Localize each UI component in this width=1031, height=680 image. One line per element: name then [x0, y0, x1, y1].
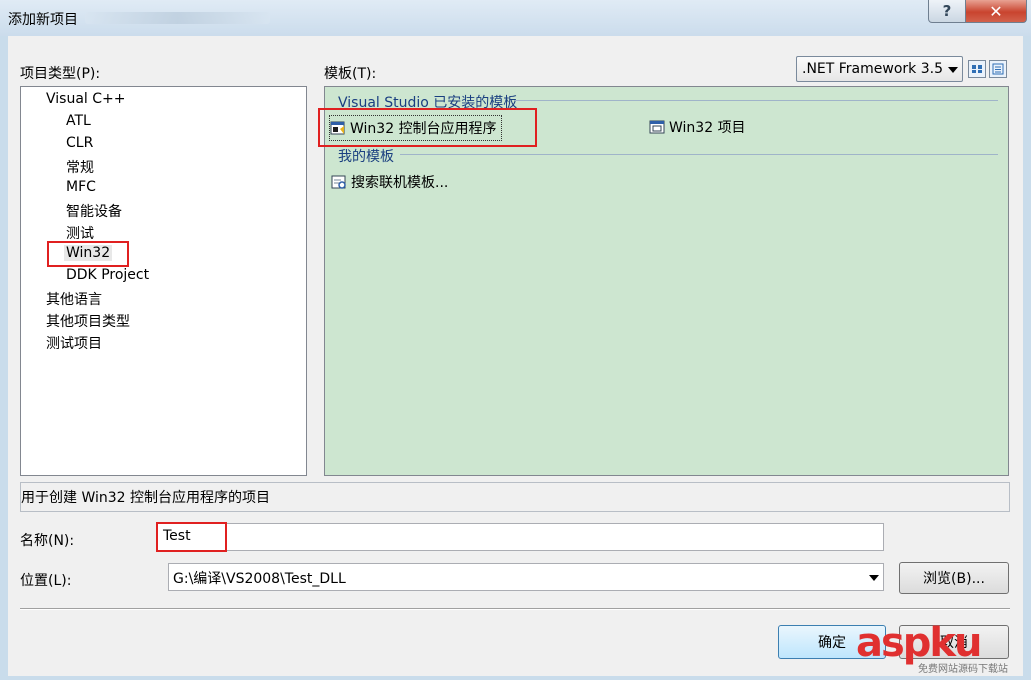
watermark-subtitle: 免费网站源码下载站 — [918, 664, 1008, 675]
console-app-icon — [330, 120, 346, 136]
installed-templates-header: Visual Studio 已安装的模板 — [338, 95, 518, 111]
tree-item-general[interactable]: 常规 — [66, 157, 94, 177]
chevron-down-icon[interactable] — [869, 575, 879, 581]
tree-item-win32[interactable]: Win32 — [64, 245, 113, 261]
template-label: Win32 项目 — [669, 120, 746, 136]
tree-item-other-project-types[interactable]: 其他项目类型 — [46, 311, 130, 331]
tree-item-atl[interactable]: ATL — [66, 113, 91, 129]
help-button[interactable]: ? — [928, 0, 966, 23]
browse-button[interactable]: 浏览(B)... — [899, 562, 1009, 594]
templates-label: 模板(T): — [324, 66, 377, 82]
tree-item-mfc[interactable]: MFC — [66, 179, 96, 195]
dialog-body: 项目类型(P): 模板(T): .NET Framework 3.5 Visua… — [8, 36, 1023, 676]
tree-item-ddk-project[interactable]: DDK Project — [66, 267, 149, 283]
close-button[interactable]: ✕ — [965, 0, 1027, 23]
project-types-label: 项目类型(P): — [20, 66, 101, 82]
templates-list[interactable]: Visual Studio 已安装的模板 Win32 控制台应用程序 Win32… — [324, 86, 1009, 476]
title-bar: 添加新项目 ? ✕ — [0, 0, 1031, 36]
tree-item-test[interactable]: 测试 — [66, 223, 94, 243]
blurred-title-path — [85, 12, 270, 24]
search-online-icon — [331, 174, 347, 190]
window-title: 添加新项目 — [8, 12, 78, 28]
my-templates-header: 我的模板 — [338, 149, 394, 165]
location-value: G:\编译\VS2008\Test_DLL — [173, 571, 346, 587]
win32-project-icon — [649, 119, 665, 135]
location-label: 位置(L): — [20, 573, 72, 589]
project-types-tree[interactable]: Visual C++ ATL CLR 常规 MFC 智能设备 测试 Win32 … — [20, 86, 307, 476]
template-label: 搜索联机模板... — [351, 175, 449, 191]
group-divider — [400, 154, 998, 155]
location-combobox[interactable]: G:\编译\VS2008\Test_DLL — [168, 563, 884, 591]
description-box: 用于创建 Win32 控制台应用程序的项目 — [20, 482, 1010, 512]
separator — [20, 608, 1010, 609]
template-win32-project[interactable]: Win32 项目 — [649, 115, 746, 139]
framework-dropdown[interactable]: .NET Framework 3.5 — [796, 56, 963, 82]
template-search-online[interactable]: 搜索联机模板... — [331, 170, 448, 194]
small-icons-view-icon[interactable] — [989, 60, 1007, 78]
large-icons-view-icon[interactable] — [968, 60, 986, 78]
framework-value: .NET Framework 3.5 — [802, 61, 942, 77]
template-label: Win32 控制台应用程序 — [350, 121, 497, 137]
tree-item-test-projects[interactable]: 测试项目 — [46, 333, 102, 353]
name-label: 名称(N): — [20, 533, 75, 549]
tree-item-clr[interactable]: CLR — [66, 135, 93, 151]
tree-item-other-languages[interactable]: 其他语言 — [46, 289, 102, 309]
template-description: 用于创建 Win32 控制台应用程序的项目 — [21, 490, 271, 506]
name-field[interactable]: Test — [156, 523, 884, 551]
template-win32-console-app[interactable]: Win32 控制台应用程序 — [329, 115, 502, 141]
tree-item-visual-cpp[interactable]: Visual C++ — [46, 91, 125, 107]
tree-item-smart-device[interactable]: 智能设备 — [66, 201, 122, 221]
group-divider — [515, 100, 998, 101]
name-value: Test — [163, 528, 191, 544]
chevron-down-icon — [948, 67, 958, 73]
